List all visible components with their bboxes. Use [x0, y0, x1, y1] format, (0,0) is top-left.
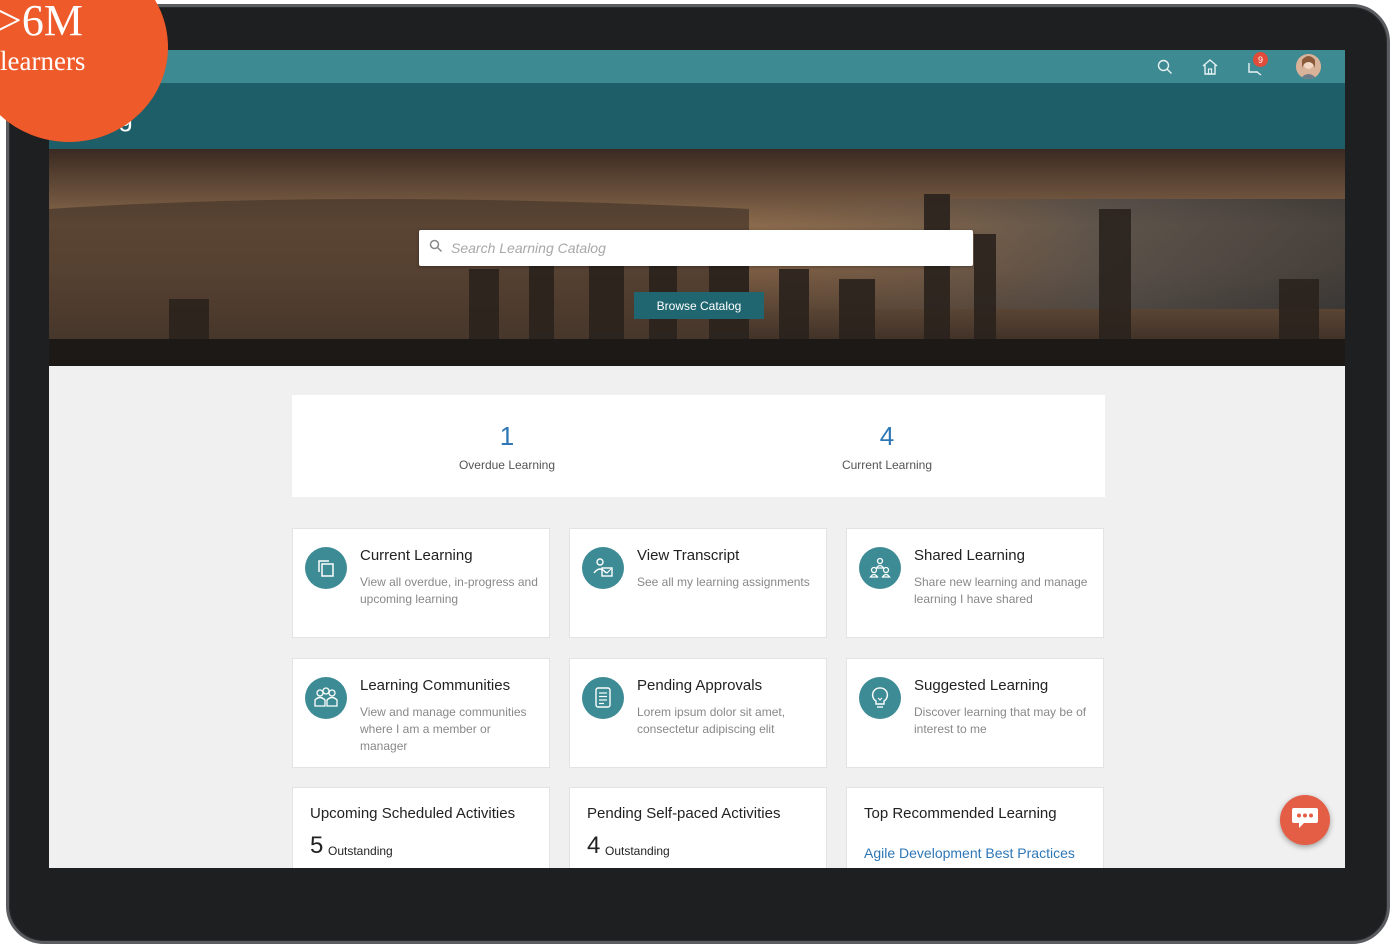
search-input[interactable]: [451, 230, 961, 266]
card-description: Discover learning that may be of interes…: [914, 705, 1087, 736]
upcoming-scheduled-activities-card[interactable]: Upcoming Scheduled Activities 5 Outstand…: [292, 787, 550, 868]
top-navigation-bar: E 9: [49, 50, 1345, 83]
browse-catalog-button[interactable]: Browse Catalog: [634, 292, 764, 319]
current-learning-stat[interactable]: 4 Current Learning: [687, 395, 1087, 472]
chat-bubble-icon: [1290, 805, 1320, 836]
card-title: Pending Approvals: [637, 677, 763, 694]
user-avatar[interactable]: [1296, 54, 1321, 79]
overdue-label: Overdue Learning: [458, 458, 556, 472]
promo-subline: learners: [0, 46, 86, 76]
card-title: View Transcript: [637, 547, 740, 564]
home-icon[interactable]: [1198, 55, 1222, 79]
search-icon: [429, 239, 443, 258]
card-title: Upcoming Scheduled Activities: [310, 805, 516, 822]
shared-learning-card[interactable]: Shared Learning Share new learning and m…: [846, 528, 1104, 638]
pending-self-paced-activities-card[interactable]: Pending Self-paced Activities 4 Outstand…: [569, 787, 827, 868]
learning-communities-card[interactable]: Learning Communities View and manage com…: [292, 658, 550, 768]
hero-banner: Browse Catalog: [49, 149, 1345, 366]
card-description: Lorem ipsum dolor sit amet, consectetur …: [637, 705, 786, 736]
promo-headline: >6M: [0, 0, 83, 45]
pending-approvals-card[interactable]: Pending Approvals Lorem ipsum dolor sit …: [569, 658, 827, 768]
lightbulb-icon: [859, 677, 901, 719]
page-header: rning: [49, 83, 1345, 149]
card-title: Shared Learning: [914, 547, 1025, 564]
learning-stats-panel: 1 Overdue Learning 4 Current Learning: [292, 395, 1105, 497]
community-icon: [305, 677, 347, 719]
top-recommended-learning-card: Top Recommended Learning Agile Developme…: [846, 787, 1104, 868]
current-learning-card[interactable]: Current Learning View all overdue, in-pr…: [292, 528, 550, 638]
document-icon: [582, 677, 624, 719]
activity-unit: Outstanding: [328, 844, 393, 858]
overdue-learning-stat[interactable]: 1 Overdue Learning: [307, 395, 707, 472]
view-transcript-card[interactable]: View Transcript See all my learning assi…: [569, 528, 827, 638]
card-title: Current Learning: [360, 547, 473, 564]
current-label: Current Learning: [841, 458, 933, 472]
search-bar: [419, 230, 973, 266]
chat-button[interactable]: [1280, 795, 1330, 845]
activity-count: 4: [587, 832, 601, 859]
transcript-icon: [582, 547, 624, 589]
card-description: View and manage communities where I am a…: [360, 705, 527, 753]
search-icon[interactable]: [1153, 55, 1177, 79]
overdue-count: 1: [499, 421, 515, 451]
activity-unit: Outstanding: [605, 844, 670, 858]
suggested-learning-card[interactable]: Suggested Learning Discover learning tha…: [846, 658, 1104, 768]
notifications-icon[interactable]: 9: [1243, 52, 1268, 79]
card-title: Suggested Learning: [914, 677, 1049, 694]
notification-badge: 9: [1253, 52, 1268, 67]
card-title: Pending Self-paced Activities: [587, 805, 781, 822]
app-screen: E 9 rning: [49, 50, 1345, 868]
card-title: Top Recommended Learning: [864, 805, 1057, 822]
shared-icon: [859, 547, 901, 589]
card-description: View all overdue, in-progress and upcomi…: [360, 575, 538, 606]
card-title: Learning Communities: [360, 677, 511, 694]
card-description: See all my learning assignments: [637, 575, 810, 589]
copy-icon: [305, 547, 347, 589]
current-count: 4: [879, 421, 895, 451]
recommended-course-link[interactable]: Agile Development Best Practices: [864, 845, 1075, 861]
card-description: Share new learning and manage learning I…: [914, 575, 1088, 606]
activity-count: 5: [310, 832, 324, 859]
